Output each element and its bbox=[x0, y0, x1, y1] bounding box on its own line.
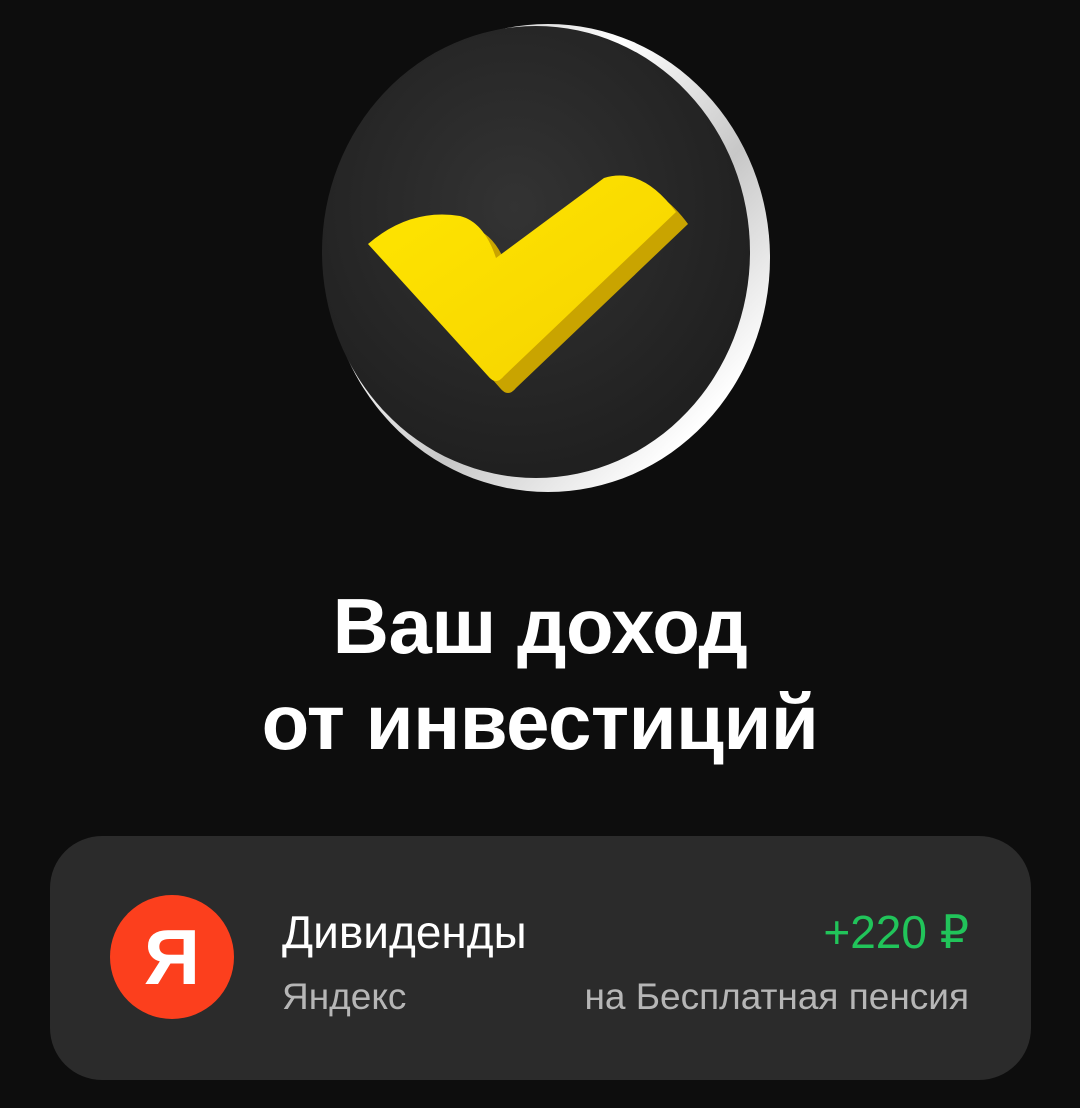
page-title-line-2: от инвестиций bbox=[261, 678, 819, 766]
page-title: Ваш доход от инвестиций bbox=[0, 578, 1080, 770]
yellow-checkmark-coin-icon bbox=[322, 24, 770, 492]
company-name: Яндекс bbox=[282, 976, 407, 1017]
yandex-logo-icon: Я bbox=[110, 895, 234, 1019]
income-type-label: Дивиденды bbox=[282, 906, 527, 958]
destination-account: на Бесплатная пенсия bbox=[584, 976, 969, 1017]
page-title-line-1: Ваш доход bbox=[332, 582, 748, 670]
income-amount: +220 ₽ bbox=[823, 906, 969, 958]
income-card[interactable]: Я Дивиденды Яндекс +220 ₽ на Бесплатная … bbox=[50, 836, 1031, 1080]
checkmark-coin-illustration bbox=[300, 12, 780, 502]
